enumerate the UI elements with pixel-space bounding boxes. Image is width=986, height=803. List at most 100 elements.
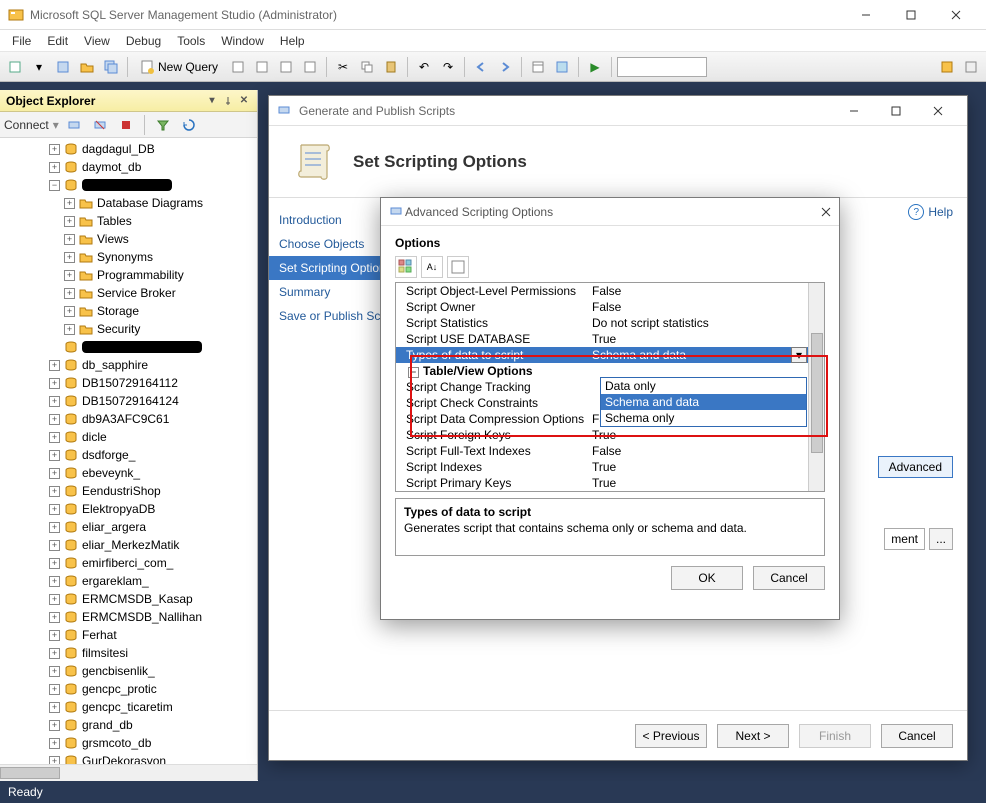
grid-row[interactable]: Script Foreign KeysTrue — [396, 427, 808, 443]
script-de-icon[interactable] — [227, 56, 249, 78]
maximize-button[interactable] — [888, 1, 933, 29]
tree-toggle-icon[interactable]: + — [49, 576, 60, 587]
filter-icon[interactable] — [152, 114, 174, 136]
help-link[interactable]: ? Help — [908, 204, 953, 220]
cut-icon[interactable]: ✂ — [332, 56, 354, 78]
tree-node[interactable]: +daymot_db — [0, 158, 257, 176]
tree-toggle-icon[interactable]: + — [64, 288, 75, 299]
adv-cancel-button[interactable]: Cancel — [753, 566, 825, 590]
object-explorer-tree[interactable]: +dagdagul_DB+daymot_db − +Database Diagram… — [0, 138, 257, 764]
tree-toggle-icon[interactable]: + — [49, 162, 60, 173]
find-icon[interactable] — [936, 56, 958, 78]
props-icon[interactable] — [527, 56, 549, 78]
menu-view[interactable]: View — [76, 32, 118, 50]
tree-node[interactable]: +dsdforge_ — [0, 446, 257, 464]
tree-toggle-icon[interactable]: + — [49, 468, 60, 479]
menu-debug[interactable]: Debug — [118, 32, 169, 50]
pin-icon[interactable] — [221, 94, 235, 108]
ok-button[interactable]: OK — [671, 566, 743, 590]
grid-row[interactable]: Script Object-Level PermissionsFalse — [396, 283, 808, 299]
grid-scrollbar-thumb[interactable] — [811, 333, 823, 453]
tree-node[interactable]: +gencpc_protic — [0, 680, 257, 698]
stop-icon[interactable] — [115, 114, 137, 136]
grid-row[interactable]: Script Full-Text IndexesFalse — [396, 443, 808, 459]
menu-window[interactable]: Window — [213, 32, 272, 50]
tree-node[interactable]: +Security — [0, 320, 257, 338]
menu-edit[interactable]: Edit — [39, 32, 76, 50]
tree-toggle-icon[interactable]: + — [49, 540, 60, 551]
tree-toggle-icon[interactable]: + — [49, 702, 60, 713]
connect-server-icon[interactable] — [63, 114, 85, 136]
tree-node[interactable]: − — [0, 176, 257, 194]
grid-row[interactable]: Script StatisticsDo not script statistic… — [396, 315, 808, 331]
disconnect-icon[interactable] — [89, 114, 111, 136]
tree-node[interactable]: +Programmability — [0, 266, 257, 284]
tree-node[interactable]: +eliar_argera — [0, 518, 257, 536]
advanced-close-button[interactable] — [821, 207, 831, 217]
tree-node[interactable]: +Storage — [0, 302, 257, 320]
tree-toggle-icon[interactable]: + — [49, 558, 60, 569]
horizontal-scrollbar[interactable] — [0, 764, 257, 780]
tree-node[interactable]: +ERMCMSDB_Nallihan — [0, 608, 257, 626]
script-xmla-icon[interactable] — [299, 56, 321, 78]
dropdown-icon[interactable]: ▾ — [28, 56, 50, 78]
tree-toggle-icon[interactable]: + — [49, 720, 60, 731]
tree-toggle-icon[interactable]: + — [64, 306, 75, 317]
close-button[interactable] — [933, 1, 978, 29]
dropdown-option[interactable]: Schema only — [601, 410, 806, 426]
tree-toggle-icon[interactable]: + — [49, 684, 60, 695]
browse-button[interactable]: ... — [929, 528, 953, 550]
tree-toggle-icon[interactable]: + — [49, 486, 60, 497]
panel-close-icon[interactable]: ✕ — [237, 94, 251, 108]
wizard-close-button[interactable] — [917, 98, 959, 124]
tree-toggle-icon[interactable]: + — [64, 324, 75, 335]
grid-scrollbar[interactable] — [808, 283, 824, 491]
tree-toggle-icon[interactable]: + — [49, 594, 60, 605]
new-project-icon[interactable] — [4, 56, 26, 78]
sort-az-icon[interactable]: A↓ — [421, 256, 443, 278]
open-folder-icon[interactable] — [76, 56, 98, 78]
tree-node[interactable]: +ergareklam_ — [0, 572, 257, 590]
scrollbar-thumb[interactable] — [0, 767, 60, 779]
new-query-button[interactable]: New Query — [133, 56, 225, 78]
connect-dropdown-icon[interactable]: ▾ — [53, 118, 59, 132]
cancel-button[interactable]: Cancel — [881, 724, 953, 748]
tree-node[interactable]: +GurDekorasyon — [0, 752, 257, 764]
execute-icon[interactable]: ▶ — [584, 56, 606, 78]
tree-toggle-icon[interactable]: − — [49, 180, 60, 191]
nav-back-icon[interactable] — [470, 56, 492, 78]
tree-toggle-icon[interactable]: + — [49, 504, 60, 515]
activity-icon[interactable] — [551, 56, 573, 78]
tree-node[interactable] — [0, 338, 257, 356]
undo-icon[interactable]: ↶ — [413, 56, 435, 78]
tree-toggle-icon[interactable]: + — [64, 216, 75, 227]
tree-node[interactable]: +Service Broker — [0, 284, 257, 302]
tree-node[interactable]: +eliar_MerkezMatik — [0, 536, 257, 554]
tree-node[interactable]: +dicle — [0, 428, 257, 446]
menu-file[interactable]: File — [4, 32, 39, 50]
tree-node[interactable]: +db9A3AFC9C61 — [0, 410, 257, 428]
tree-node[interactable]: +DB150729164112 — [0, 374, 257, 392]
categorize-icon[interactable] — [395, 256, 417, 278]
tree-node[interactable]: +DB150729164124 — [0, 392, 257, 410]
save-icon[interactable] — [52, 56, 74, 78]
tree-toggle-icon[interactable]: + — [49, 738, 60, 749]
tree-node[interactable]: +dagdagul_DB — [0, 140, 257, 158]
tree-toggle-icon[interactable]: + — [49, 648, 60, 659]
tree-node[interactable]: +ERMCMSDB_Kasap — [0, 590, 257, 608]
tree-toggle-icon[interactable]: + — [64, 252, 75, 263]
previous-button[interactable]: < Previous — [635, 724, 707, 748]
tree-toggle-icon[interactable]: + — [64, 198, 75, 209]
tree-toggle-icon[interactable]: + — [49, 414, 60, 425]
script-mdx-icon[interactable] — [251, 56, 273, 78]
tree-node[interactable]: +db_sapphire — [0, 356, 257, 374]
tree-node[interactable]: +Database Diagrams — [0, 194, 257, 212]
tree-node[interactable]: +EendustriShop — [0, 482, 257, 500]
save-all-icon[interactable] — [100, 56, 122, 78]
refresh-icon[interactable] — [178, 114, 200, 136]
tree-node[interactable]: +Tables — [0, 212, 257, 230]
panel-menu-icon[interactable]: ▾ — [205, 94, 219, 108]
dropdown-option[interactable]: Data only — [601, 378, 806, 394]
nav-fwd-icon[interactable] — [494, 56, 516, 78]
tree-node[interactable]: +grsmcoto_db — [0, 734, 257, 752]
